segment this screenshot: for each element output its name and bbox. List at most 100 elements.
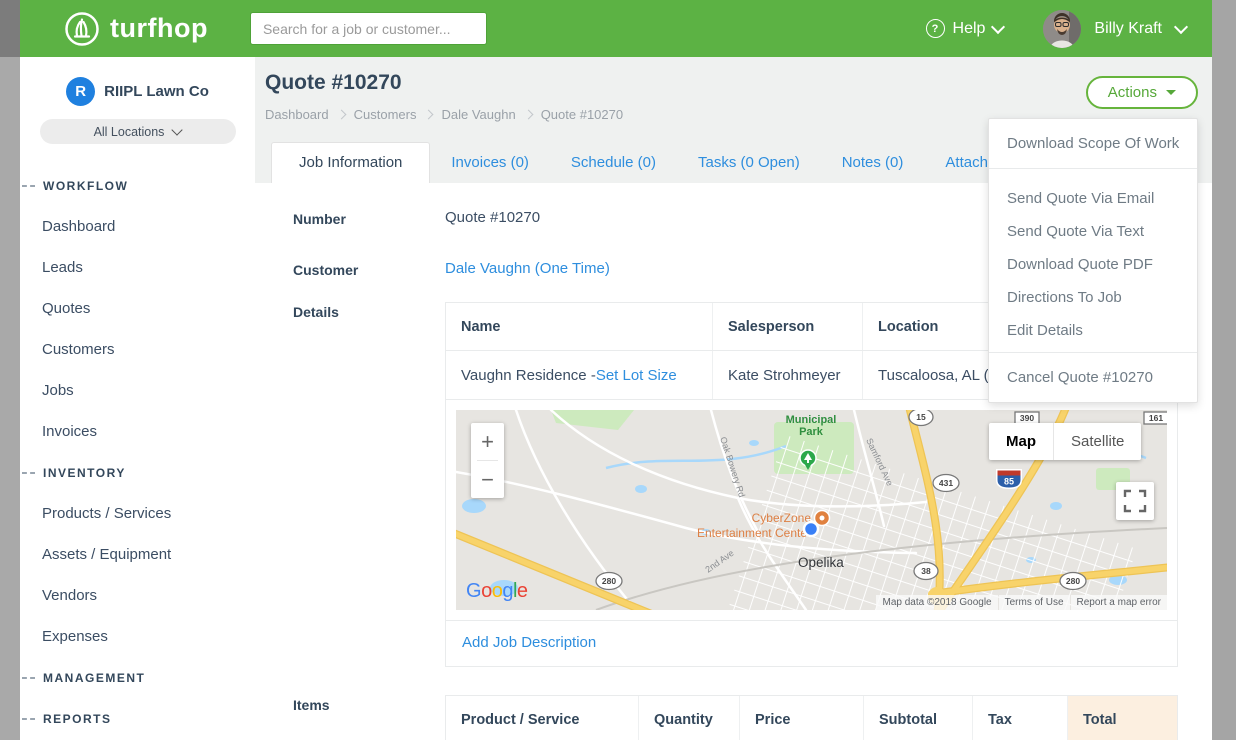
sidebar-section-reports[interactable]: REPORTS [20,698,255,739]
section-label: REPORTS [43,712,112,726]
menu-item-download-quote-pdf[interactable]: Download Quote PDF [989,248,1197,281]
chevron-right-icon [523,110,533,120]
chevron-down-icon [172,124,183,135]
route-shield-431: 431 [933,475,959,492]
google-letter: G [466,580,481,602]
fullscreen-button[interactable] [1116,482,1154,520]
sidebar-item-expenses[interactable]: Expenses [20,616,255,657]
svg-text:431: 431 [939,478,953,488]
menu-item-edit-details[interactable]: Edit Details [989,314,1197,347]
tab-schedule[interactable]: Schedule (0) [550,143,677,183]
menu-item-send-quote-via-email[interactable]: Send Quote Via Email [989,182,1197,215]
add-job-description-link[interactable]: Add Job Description [462,634,596,651]
tab-tasks[interactable]: Tasks (0 Open) [677,143,821,183]
section-label: MANAGEMENT [43,671,145,685]
property-name: Vaughn Residence - [461,367,596,384]
tab-notes[interactable]: Notes (0) [821,143,925,183]
map-label-park: Park [799,426,824,438]
report-map-error-link[interactable]: Report a map error [1071,595,1167,610]
actions-button[interactable]: Actions [1086,76,1198,109]
tab-job-information[interactable]: Job Information [271,142,430,183]
items-panel: Product / Service Quantity Price Subtota… [445,695,1178,740]
menu-item-download-scope-of-work[interactable]: Download Scope Of Work [989,124,1197,163]
company-name: RIIPL Lawn Co [104,83,209,100]
window-edge-right [1212,0,1236,740]
sidebar-item-customers[interactable]: Customers [20,329,255,370]
section-label: WORKFLOW [43,179,128,193]
sidebar-item-leads[interactable]: Leads [20,247,255,288]
breadcrumb-dale-vaughn[interactable]: Dale Vaughn [441,107,515,122]
chevron-right-icon [424,110,434,120]
chevron-down-icon [1174,19,1188,33]
google-logo[interactable]: Google [466,580,528,603]
caret-down-icon [1166,90,1176,95]
user-avatar[interactable] [1043,10,1081,48]
map-label-entertainment-center: Entertainment Center [697,526,811,540]
map-type-satellite-button[interactable]: Satellite [1053,423,1141,460]
google-letter: o [481,580,492,602]
map-label-cyberzone: CyberZone [752,511,812,525]
sidebar-section-inventory[interactable]: INVENTORY [20,452,255,493]
sidebar-item-assets-equipment[interactable]: Assets / Equipment [20,534,255,575]
set-lot-size-link[interactable]: Set Lot Size [596,367,677,384]
location-selector[interactable]: All Locations [40,119,236,144]
sidebar-section-workflow[interactable]: WORKFLOW [20,165,255,206]
customer-link[interactable]: Dale Vaughn [445,260,531,277]
terms-of-use-link[interactable]: Terms of Use [999,595,1070,610]
section-dash-icon [22,185,35,187]
menu-item-cancel-quote[interactable]: Cancel Quote #10270 [989,358,1197,397]
sidebar-item-quotes[interactable]: Quotes [20,288,255,329]
tab-bar: Job Information Invoices (0) Schedule (0… [271,142,1072,183]
menu-divider [989,352,1197,353]
window-edge-left-top [0,0,20,57]
sidebar-item-jobs[interactable]: Jobs [20,370,255,411]
google-letter: g [502,580,513,602]
google-letter: o [492,580,503,602]
sidebar-section-management[interactable]: MANAGEMENT [20,657,255,698]
window-edge-left [0,0,20,740]
company-row: R RIIPL Lawn Co [20,57,255,106]
items-header-tax: Tax [973,696,1068,740]
topbar: turfhop Help [20,0,1212,57]
chevron-right-icon [336,110,346,120]
search-input[interactable] [250,12,487,45]
items-header-total: Total [1068,696,1177,740]
fullscreen-icon [1123,489,1147,513]
tab-invoices[interactable]: Invoices (0) [430,143,550,183]
sidebar-item-invoices[interactable]: Invoices [20,411,255,452]
customer-label: Customer [293,260,445,278]
map-type-map-button[interactable]: Map [989,423,1053,460]
map[interactable]: Municipal Park CyberZone [456,410,1167,610]
route-shield-15: 15 [909,410,933,426]
zoom-in-button[interactable]: + [471,423,504,460]
page-title: Quote #10270 [265,71,402,95]
zoom-out-button[interactable]: − [471,461,504,498]
menu-item-send-quote-via-text[interactable]: Send Quote Via Text [989,215,1197,248]
section-dash-icon [22,472,35,474]
breadcrumb-customers[interactable]: Customers [354,107,417,122]
sidebar-item-products-services[interactable]: Products / Services [20,493,255,534]
breadcrumb-dashboard[interactable]: Dashboard [265,107,329,122]
items-header-price: Price [740,696,864,740]
map-type-control: Map Satellite [989,423,1141,460]
section-dash-icon [22,718,35,720]
section-label: INVENTORY [43,466,126,480]
help-label: Help [953,20,986,38]
number-value: Quote #10270 [445,209,540,227]
help-menu[interactable]: Help [926,19,1004,38]
company-badge: R [66,77,95,106]
items-row: Items Product / Service Quantity Price S… [293,695,1212,740]
menu-item-directions-to-job[interactable]: Directions To Job [989,281,1197,314]
map-zoom-control: + − [471,423,504,498]
svg-text:390: 390 [1020,413,1034,423]
sidebar-item-vendors[interactable]: Vendors [20,575,255,616]
menu-spacer [989,174,1197,182]
user-name[interactable]: Billy Kraft [1094,20,1162,38]
turfhop-logo[interactable]: turfhop [64,11,208,47]
sidebar-item-dashboard[interactable]: Dashboard [20,206,255,247]
route-shield-280-west: 280 [596,573,622,590]
svg-text:161: 161 [1149,413,1163,423]
sidebar-nav: WORKFLOW Dashboard Leads Quotes Customer… [20,165,255,739]
interstate-85-shield-icon: 85 [996,469,1022,489]
section-dash-icon [22,677,35,679]
